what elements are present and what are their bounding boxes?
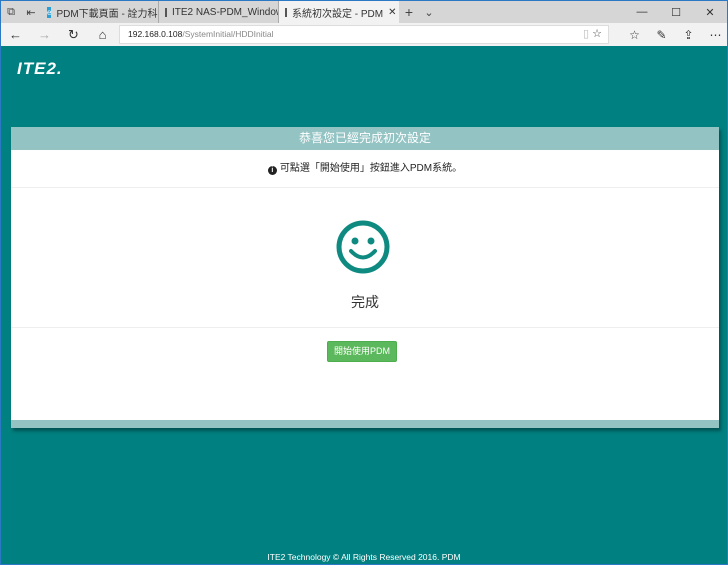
card-title: 恭喜您已經完成初次設定 <box>11 127 719 150</box>
new-tab-icon[interactable]: + <box>399 4 419 20</box>
forward-icon[interactable]: → <box>30 27 59 42</box>
divider <box>11 327 719 328</box>
chevron-down-icon[interactable]: ⌄ <box>419 6 439 19</box>
info-message: i 可點選「開始使用」按鈕進入PDM系統。 <box>11 150 719 188</box>
card-footer <box>11 420 719 428</box>
page-icon <box>285 7 287 17</box>
tab-bar: ⧉ ⇤ ePDM下載頁面 - 詮力科技ITE ITE2 NAS-PDM_Wind… <box>1 1 727 23</box>
ite2-logo: ITE2. <box>17 59 63 78</box>
refresh-icon[interactable]: ↻ <box>59 27 88 43</box>
tab-system-initial[interactable]: 系統初次設定 - PDM ✕ <box>279 1 399 23</box>
smiley-icon <box>336 220 390 274</box>
start-pdm-button[interactable]: 開始使用PDM <box>327 341 397 362</box>
maximize-icon[interactable]: ☐ <box>659 6 693 19</box>
status-text: 完成 <box>351 294 379 310</box>
close-tab-icon[interactable]: ✕ <box>388 7 396 18</box>
home-icon[interactable]: ⌂ <box>88 27 117 42</box>
close-icon[interactable]: ✕ <box>693 6 727 19</box>
info-icon: i <box>267 166 277 175</box>
back-icon[interactable]: ← <box>1 27 30 42</box>
tab-preview-icon[interactable]: ⧉ <box>1 6 21 19</box>
setup-complete-card: 恭喜您已經完成初次設定 i 可點選「開始使用」按鈕進入PDM系統。 完成 開始使用… <box>11 127 719 428</box>
share-icon[interactable]: ⇪ <box>675 28 702 42</box>
favorite-star-icon[interactable]: ☆ <box>592 28 602 40</box>
minimize-icon[interactable]: — <box>625 6 659 19</box>
favorites-hub-icon[interactable]: ☆ <box>621 28 648 42</box>
web-note-icon[interactable]: ✎ <box>648 28 675 42</box>
tab-ite2-nas[interactable]: ITE2 NAS-PDM_Windows 1( <box>159 1 279 23</box>
tab-pdm-download[interactable]: ePDM下載頁面 - 詮力科技ITE <box>41 1 159 23</box>
page-footer: ITE2 Technology © All Rights Reserved 20… <box>267 552 461 562</box>
set-aside-tabs-icon[interactable]: ⇤ <box>21 6 41 19</box>
address-toolbar: ← → ↻ ⌂ 192.168.0.108/SystemInitial/HDDI… <box>1 23 727 46</box>
favicon-icon: e <box>47 6 52 18</box>
page-icon <box>165 7 167 17</box>
reading-view-icon[interactable]: ▯ <box>583 28 589 40</box>
more-icon[interactable]: ⋯ <box>702 28 728 42</box>
url-input[interactable]: 192.168.0.108/SystemInitial/HDDInitial ▯ … <box>119 25 609 44</box>
